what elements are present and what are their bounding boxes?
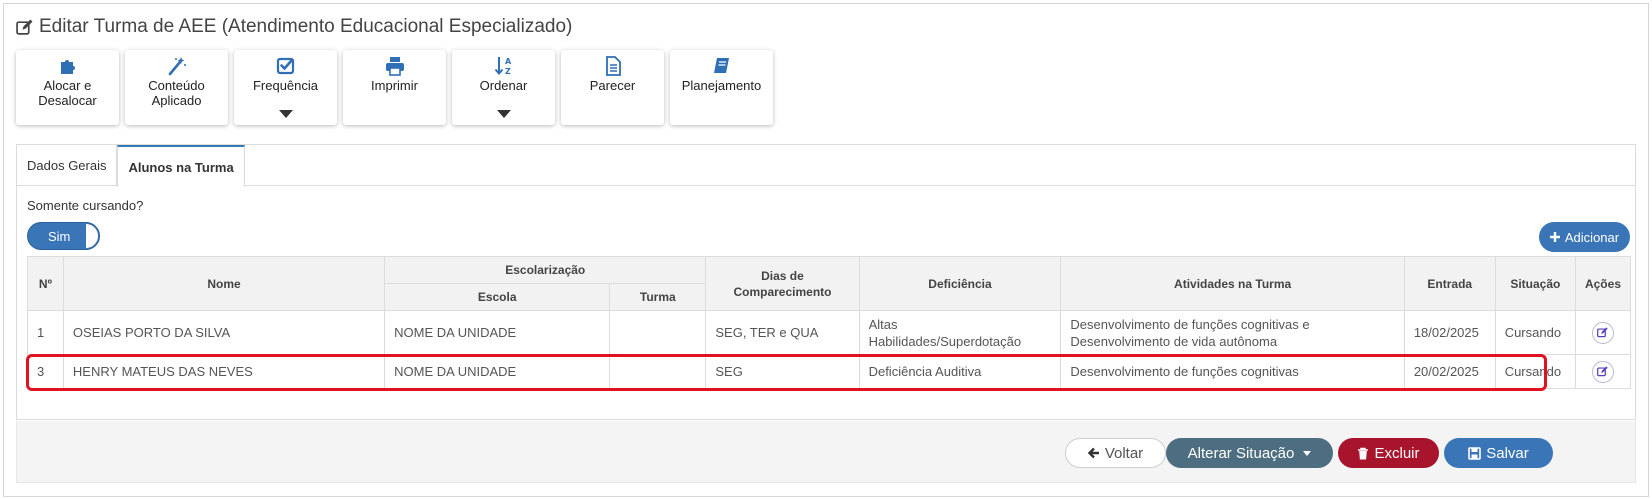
footer-bar: Voltar Alterar Situação Excluir Salvar (16, 421, 1636, 483)
ordenar-button[interactable]: AZ Ordenar (452, 50, 555, 125)
toolbar-label: Imprimir (371, 78, 418, 93)
cell-dias: SEG (705, 354, 860, 389)
cell-nome: OSEIAS PORTO DA SILVA (62, 310, 386, 355)
header-nome: Nome (62, 256, 386, 311)
somente-cursando-toggle[interactable]: Sim (27, 222, 100, 250)
delete-button-label: Excluir (1374, 444, 1420, 462)
students-table: Nº Nome Escolarização Dias de Comparecim… (27, 256, 1632, 389)
frequencia-button[interactable]: Frequência (234, 50, 337, 125)
header-deficiencia: Deficiência (858, 256, 1062, 311)
toolbar: Alocar e Desalocar Conteúdo Aplicado Fre… (16, 50, 773, 125)
sort-alpha-icon: AZ (494, 57, 512, 76)
plus-icon (1549, 232, 1560, 242)
svg-text:Z: Z (505, 67, 511, 76)
cell-num: 3 (27, 354, 64, 389)
trash-icon (1358, 447, 1369, 459)
printer-icon (385, 57, 404, 76)
edit-icon (1597, 327, 1609, 338)
cell-turma (609, 354, 707, 389)
cell-acoes (1574, 310, 1632, 355)
imprimir-button[interactable]: Imprimir (343, 50, 446, 125)
cell-entrada: 20/02/2025 (1403, 354, 1496, 389)
cell-escola: NOME DA UNIDADE (384, 354, 611, 389)
cell-situacao: Cursando (1494, 354, 1576, 389)
header-escola: Escola (384, 283, 611, 311)
chevron-down-icon (496, 110, 511, 118)
parecer-button[interactable]: Parecer (561, 50, 664, 125)
save-button-label: Salvar (1486, 444, 1529, 462)
edit-icon (1597, 366, 1609, 377)
page-title-text: Editar Turma de AEE (Atendimento Educaci… (39, 16, 573, 37)
alocar-desalocar-button[interactable]: Alocar e Desalocar (16, 50, 119, 125)
edit-row-button[interactable] (1591, 360, 1614, 383)
alter-status-label: Alterar Situação (1187, 444, 1295, 462)
cell-dias: SEG, TER e QUA (705, 310, 860, 355)
header-dias: Dias de Comparecimento (705, 256, 860, 311)
cell-turma (609, 310, 707, 355)
header-turma: Turma (609, 283, 707, 311)
planejamento-button[interactable]: Planejamento (670, 50, 773, 125)
header-acoes: Ações (1574, 256, 1632, 311)
cell-entrada: 18/02/2025 (1403, 310, 1496, 355)
puzzle-icon (60, 60, 75, 74)
delete-button[interactable]: Excluir (1338, 438, 1439, 468)
cell-nome: HENRY MATEUS DAS NEVES (62, 354, 386, 389)
header-num: Nº (27, 256, 64, 311)
cell-num: 1 (27, 310, 64, 355)
add-button[interactable]: Adicionar (1539, 222, 1630, 252)
cell-atividades: Desenvolvimento de funções cognitivas (1060, 354, 1405, 389)
document-icon (605, 56, 621, 76)
edit-icon (16, 19, 33, 35)
magic-wand-icon (168, 57, 186, 76)
toolbar-label: Ordenar (479, 78, 528, 93)
tab-dados-gerais[interactable]: Dados Gerais (17, 145, 118, 186)
header-atividades: Atividades na Turma (1060, 256, 1405, 311)
alter-status-button[interactable]: Alterar Situação (1166, 438, 1333, 468)
edit-row-button[interactable] (1591, 321, 1614, 344)
conteudo-aplicado-button[interactable]: Conteúdo Aplicado (125, 50, 228, 125)
tab-alunos-na-turma[interactable]: Alunos na Turma (117, 145, 245, 187)
page-title: Editar Turma de AEE (Atendimento Educaci… (16, 16, 572, 38)
cell-deficiencia: Altas Habilidades/Superdotação (858, 310, 1062, 355)
chevron-down-icon (278, 110, 293, 118)
cell-situacao: Cursando (1494, 310, 1576, 355)
arrow-left-icon (1087, 447, 1099, 459)
back-button[interactable]: Voltar (1065, 438, 1166, 468)
header-escolarizacao: Escolarização (384, 256, 707, 284)
cell-atividades: Desenvolvimento de funções cognitivas e … (1060, 310, 1405, 355)
toggle-knob (86, 224, 98, 248)
svg-text:A: A (505, 57, 512, 66)
toggle-label: Sim (48, 228, 71, 244)
somente-cursando-label: Somente cursando? (27, 198, 144, 213)
cell-acoes (1574, 354, 1632, 389)
toolbar-label: Frequência (252, 78, 319, 93)
back-button-label: Voltar (1104, 444, 1144, 462)
toolbar-label: Parecer (589, 78, 636, 93)
toolbar-label: Conteúdo Aplicado (148, 78, 205, 108)
header-situacao: Situação (1494, 256, 1576, 311)
cell-escola: NOME DA UNIDADE (384, 310, 611, 355)
add-button-label: Adicionar (1564, 229, 1620, 245)
header-entrada: Entrada (1403, 256, 1496, 311)
check-square-icon (276, 57, 294, 75)
table-row: 1 OSEIAS PORTO DA SILVA NOME DA UNIDADE … (27, 310, 1632, 355)
table-row: 3 HENRY MATEUS DAS NEVES NOME DA UNIDADE… (27, 354, 1632, 389)
cell-deficiencia: Deficiência Auditiva (858, 354, 1062, 389)
caret-down-icon (1303, 450, 1312, 456)
save-button[interactable]: Salvar (1444, 438, 1553, 468)
save-icon (1468, 446, 1482, 460)
toolbar-label: Planejamento (681, 78, 762, 93)
toolbar-label: Alocar e Desalocar (38, 78, 97, 108)
tab-bar: Dados Gerais Alunos na Turma (17, 145, 1635, 187)
book-icon (713, 58, 729, 73)
